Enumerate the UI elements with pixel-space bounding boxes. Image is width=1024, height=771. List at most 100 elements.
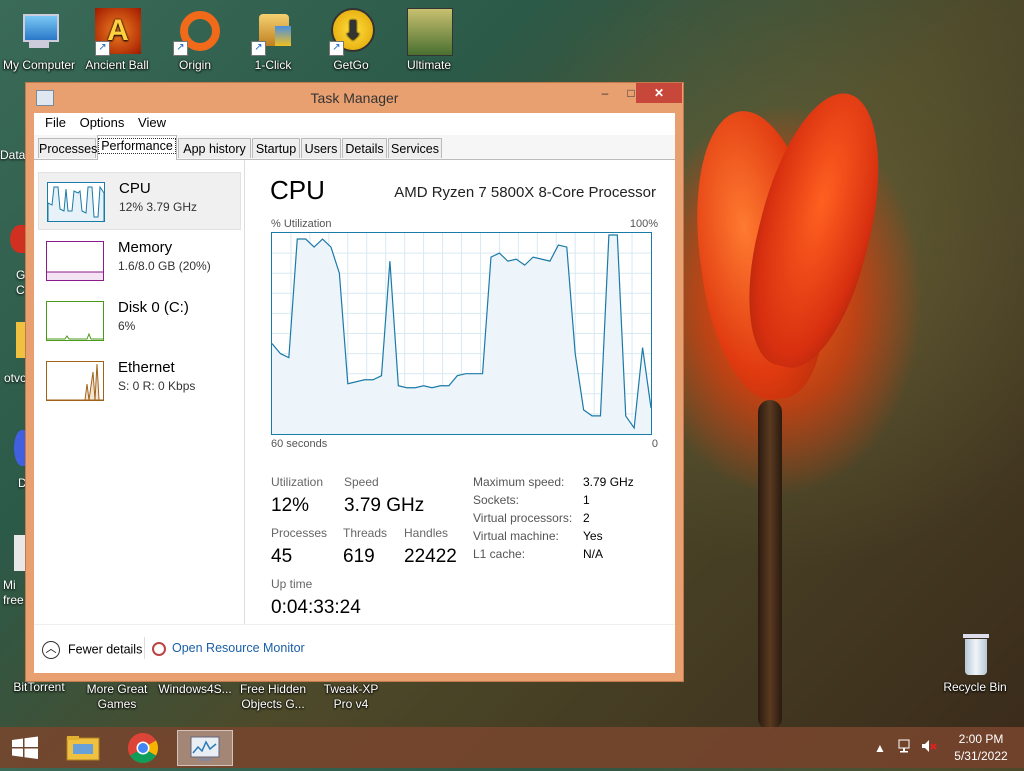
cleaner-icon: ↗ [249, 8, 297, 56]
desktop-icon-label: My Computer [2, 58, 76, 72]
title-bar[interactable]: Task Manager – □ ✕ [26, 83, 683, 111]
cpu-details-panel: CPU AMD Ryzen 7 5800X 8-Core Processor %… [270, 160, 675, 625]
desktop-icon-partial[interactable]: otvo [4, 371, 27, 385]
tab-label: Processes [39, 142, 98, 156]
origin-icon: ↗ [171, 8, 220, 56]
desktop-icon-ancient-ball[interactable]: A ↗ Ancient Ball [79, 8, 155, 73]
cpu-utilization-graph [271, 232, 652, 435]
desktop-icon-label: Free Hidden Objects G... [239, 682, 307, 711]
disk-mini-graph [47, 332, 103, 340]
fewer-details-button[interactable]: ︿ Fewer details [42, 641, 142, 659]
resource-item-disk[interactable]: Disk 0 (C:) 6% [38, 292, 241, 350]
desktop-icon-partial[interactable]: Mi free [3, 578, 27, 608]
ethernet-mini-graph [47, 363, 103, 401]
network-glyph [898, 739, 910, 753]
resource-item-ethernet[interactable]: Ethernet S: 0 R: 0 Kbps [38, 352, 241, 410]
utilization-value: 12% [271, 495, 310, 516]
window-client: File Options View Processes Performance … [34, 113, 675, 673]
task-manager-window[interactable]: Task Manager – □ ✕ File Options View Pro… [25, 82, 684, 682]
desktop-icon-recycle-bin[interactable]: Recycle Bin [937, 630, 1013, 695]
utilization-label: Utilization [271, 475, 324, 489]
desktop-icon-label: 1-Click Cleaner [254, 58, 292, 72]
show-hidden-icons-button[interactable]: ▲ [874, 741, 886, 755]
clock[interactable]: 2:00 PM 5/31/2022 [950, 732, 1012, 763]
resource-item-memory[interactable]: Memory 1.6/8.0 GB (20%) [38, 232, 241, 290]
detail-key: Sockets: [473, 493, 520, 507]
graph-y-label: % Utilization [271, 218, 332, 230]
open-resource-monitor-link[interactable]: Open Resource Monitor [152, 641, 305, 656]
tab-label: Performance [98, 138, 176, 154]
footer-bar: ︿ Fewer details Open Resource Monitor [34, 624, 675, 673]
resource-summary: 1.6/8.0 GB (20%) [118, 259, 211, 273]
resource-list: CPU 12% 3.79 GHz Memory 1.6/8.0 GB (20%) [34, 160, 245, 625]
computer-icon [15, 8, 63, 56]
tab-label: Details [345, 142, 384, 156]
detail-value: N/A [583, 547, 604, 561]
resource-summary: S: 0 R: 0 Kbps [118, 379, 196, 393]
mahjong-icon [405, 8, 453, 56]
task-manager-icon [190, 736, 220, 761]
desktop-icon-label: Mi free [3, 578, 24, 607]
tab-users[interactable]: Users [301, 138, 341, 158]
desktop-icon-ultimate-mahjong[interactable]: Ultimate Mahjong... [391, 8, 467, 73]
memory-mini-graph [47, 271, 103, 280]
desktop-icon-label: Recycle Bin [943, 680, 1007, 694]
detail-value: 2 [583, 511, 590, 525]
taskbar-task-manager[interactable] [177, 730, 233, 766]
window-title: Task Manager [310, 90, 399, 106]
tab-app-history[interactable]: App history [178, 138, 251, 158]
minimize-button[interactable]: – [592, 83, 618, 103]
desktop-icon-tweak-xp[interactable]: Tweak-XP Pro v4 [313, 682, 389, 712]
resource-item-cpu[interactable]: CPU 12% 3.79 GHz [38, 172, 241, 230]
resource-monitor-label: Open Resource Monitor [172, 641, 305, 655]
desktop-icon-windows4s[interactable]: Windows4S... [157, 682, 233, 697]
tab-processes[interactable]: Processes [38, 138, 98, 158]
speed-value: 3.79 GHz [344, 495, 425, 516]
network-icon[interactable] [897, 737, 915, 758]
detail-key: Maximum speed: [473, 475, 565, 489]
ethernet-thumbnail-graph [46, 361, 104, 401]
tab-details[interactable]: Details [342, 138, 387, 158]
desktop-icon-label: More Great Games [86, 682, 148, 711]
graph-max-label: 100% [629, 218, 658, 230]
desktop-icon-partial[interactable]: Data [0, 148, 25, 162]
taskbar-chrome[interactable] [117, 730, 173, 766]
detail-key: L1 cache: [473, 547, 526, 561]
processes-label: Processes [271, 526, 328, 540]
desktop-icon-label: Ancient Ball [85, 58, 149, 72]
desktop-icon-label: BitTorrent [13, 680, 65, 694]
tab-performance[interactable]: Performance [97, 135, 177, 160]
uptime-value: 0:04:33:24 [271, 597, 361, 618]
desktop-icon-getgo[interactable]: ⬇ ↗ GetGo Downlo... [313, 8, 389, 73]
start-button[interactable] [0, 730, 56, 766]
resource-name: CPU [119, 180, 151, 197]
getgo-download-icon: ⬇ ↗ [327, 8, 375, 56]
taskbar: ▲ 2:00 PM 5/31/2022 [0, 727, 1024, 768]
processor-name: AMD Ryzen 7 5800X 8-Core Processor [394, 184, 656, 201]
desktop-icon-1-click-cleaner[interactable]: ↗ 1-Click Cleaner [235, 8, 311, 73]
threads-label: Threads [343, 526, 388, 540]
desktop-icon-label: Ultimate Mahjong... [406, 58, 451, 72]
detail-key: Virtual machine: [473, 529, 559, 543]
speed-label: Speed [344, 475, 379, 489]
desktop-icon-free-hidden-objects[interactable]: Free Hidden Objects G... [235, 682, 311, 712]
menu-options[interactable]: Options [75, 113, 130, 132]
volume-muted-icon[interactable] [920, 737, 938, 758]
minimize-icon: – [601, 86, 609, 100]
desktop-icon-more-games[interactable]: More Great Games [79, 682, 155, 712]
wallpaper-tulip-stem [758, 400, 782, 730]
page-title: CPU [270, 175, 325, 205]
close-button[interactable]: ✕ [636, 83, 682, 103]
menu-file[interactable]: File [40, 113, 71, 132]
desktop-icon-origin[interactable]: ↗ Origin [157, 8, 233, 73]
cpu-mini-graph [47, 185, 105, 221]
folder-icon [66, 736, 100, 761]
taskbar-file-explorer[interactable] [57, 730, 113, 766]
resource-summary: 6% [118, 319, 136, 333]
chrome-icon [127, 733, 159, 764]
desktop-icon-my-computer[interactable]: My Computer [1, 8, 77, 73]
tab-label: Services [391, 142, 439, 156]
tab-services[interactable]: Services [388, 138, 442, 158]
menu-view[interactable]: View [133, 113, 171, 132]
tab-startup[interactable]: Startup [252, 138, 300, 158]
